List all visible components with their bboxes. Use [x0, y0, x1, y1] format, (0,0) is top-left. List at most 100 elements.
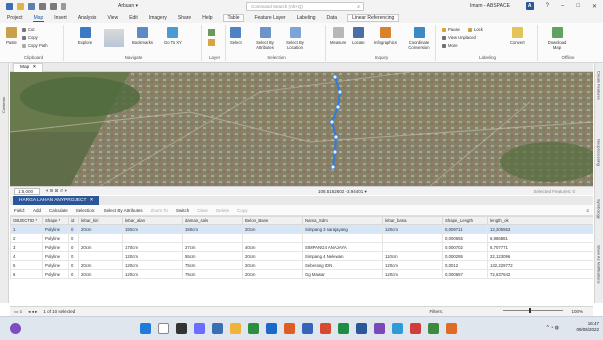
table-cell[interactable]: 75cm: [182, 260, 243, 270]
tab-project[interactable]: Project: [6, 15, 24, 21]
pause-labeling-button[interactable]: Pause: [442, 27, 460, 32]
tab-edit[interactable]: Edit: [128, 15, 139, 21]
tab-data[interactable]: Data: [326, 15, 339, 21]
column-header[interactable]: length_ok: [487, 216, 593, 225]
column-header[interactable]: lebar_bana: [382, 216, 443, 225]
table-row[interactable]: 1 Polyline 0 20cm 150cm 150cm 20cm Simpang 3 sa…: [10, 224, 593, 234]
start-icon[interactable]: [140, 323, 151, 334]
app-icon[interactable]: [392, 323, 403, 334]
notifications-tab[interactable]: Show As Notifications: [597, 245, 602, 283]
attribute-table-tab[interactable]: HARGA LAHAN ANYPROJECT ✕: [13, 196, 100, 205]
table-view-toggle-icon[interactable]: ▭ ≡: [14, 309, 22, 315]
close-button[interactable]: ✕: [592, 3, 597, 10]
cut-button[interactable]: Cut: [22, 27, 35, 32]
clear-selection-button[interactable]: Clear: [197, 208, 208, 213]
table-cell[interactable]: [382, 242, 443, 252]
calculate-field-button[interactable]: Calculate: [49, 208, 68, 213]
table-cell[interactable]: 20cm: [78, 260, 123, 270]
table-cell[interactable]: 120cm: [122, 251, 183, 261]
table-cell[interactable]: 0: [68, 251, 79, 261]
goto-xy-button[interactable]: Go To XY: [164, 27, 182, 45]
lock-labeling-button[interactable]: Lock: [468, 27, 483, 32]
table-cell[interactable]: 6,707771: [487, 242, 593, 252]
minimize-button[interactable]: –: [561, 3, 564, 9]
table-cell[interactable]: 20cm: [242, 251, 303, 261]
table-cell[interactable]: 22,123096: [487, 251, 593, 261]
table-cell[interactable]: 0: [68, 224, 79, 234]
switch-button[interactable]: Switch: [176, 208, 189, 213]
table-cell[interactable]: 132,229772: [487, 260, 593, 270]
table-cell[interactable]: [78, 233, 123, 243]
new-project-icon[interactable]: [6, 3, 13, 10]
explore-button[interactable]: Explore: [78, 27, 92, 45]
table-cell[interactable]: Polyline: [42, 242, 69, 252]
table-cell[interactable]: 0: [68, 269, 79, 279]
app3-icon[interactable]: [428, 323, 439, 334]
redo-icon[interactable]: [50, 3, 57, 10]
table-row[interactable]: 6 Polyline 0 20cm 120cm 75cm 20cm Gg Mawar 120cm…: [10, 269, 593, 279]
table-cell[interactable]: Seberang IDN: [302, 260, 383, 270]
map-scale-selector[interactable]: 1:5,000: [14, 187, 40, 195]
table-cell[interactable]: Polyline: [42, 224, 69, 234]
tab-feature-layer[interactable]: Feature Layer: [253, 15, 286, 21]
table-cell[interactable]: 20cm: [78, 224, 123, 234]
table-cell[interactable]: Gg Mawar: [302, 269, 383, 279]
table-row[interactable]: 4 Polyline 0 120cm 55cm 20cm Simpang 4 Nelewan…: [10, 251, 593, 261]
table-cell[interactable]: [182, 233, 243, 243]
measure-button[interactable]: Measure: [330, 27, 346, 45]
table-cell[interactable]: 0: [68, 233, 79, 243]
table-cell[interactable]: 20cm: [242, 269, 303, 279]
tab-linear-referencing[interactable]: Linear Referencing: [347, 14, 400, 22]
tab-view[interactable]: View: [106, 15, 119, 21]
table-cell[interactable]: Polyline: [42, 233, 69, 243]
word-icon[interactable]: [302, 323, 313, 334]
column-header[interactable]: Belon_Bane: [242, 216, 303, 225]
table-cell[interactable]: Polyline: [42, 260, 69, 270]
command-search[interactable]: Command Search (Alt+Q) ⌕: [246, 2, 364, 11]
copy-rows-button[interactable]: Copy: [237, 208, 248, 213]
convert-button[interactable]: Convert: [510, 27, 525, 45]
table-cell[interactable]: 110cm: [382, 251, 443, 261]
tab-share[interactable]: Share: [177, 15, 192, 21]
table-cell[interactable]: Simpang 4 Nelewan: [302, 251, 383, 261]
table-cell[interactable]: 0,000295: [442, 251, 488, 261]
table-cell[interactable]: [382, 233, 443, 243]
task-view-icon[interactable]: [176, 323, 187, 334]
copy-path-button[interactable]: Copy Path: [22, 43, 48, 48]
table-cell[interactable]: 12,205553: [487, 224, 593, 234]
customize-dropdown-icon[interactable]: [61, 3, 66, 10]
paste-button[interactable]: Paste: [6, 27, 17, 45]
table-zoom-slider[interactable]: [503, 310, 563, 311]
table-cell[interactable]: 170cm: [122, 242, 183, 252]
map-canvas[interactable]: [10, 72, 593, 186]
locate-button[interactable]: Locate: [352, 27, 365, 45]
table-cell[interactable]: 20cm: [78, 269, 123, 279]
excel-icon[interactable]: [338, 323, 349, 334]
clock[interactable]: 16:47 09/05/2022: [576, 321, 599, 333]
table-row[interactable]: 5 Polyline 0 20cm 120cm 75cm 20cm Seberang IDN 1…: [10, 260, 593, 270]
store-icon[interactable]: [266, 323, 277, 334]
table-cell[interactable]: 0: [68, 242, 79, 252]
view-unplaced-button[interactable]: View Unplaced: [442, 35, 476, 40]
help-button[interactable]: ?: [546, 3, 549, 9]
table-cell[interactable]: 1: [10, 224, 43, 234]
table-cell[interactable]: 120cm: [122, 269, 183, 279]
select-by-location-button[interactable]: Select By Location: [282, 27, 308, 50]
column-header[interactable]: daman_sals: [182, 216, 243, 225]
coordinate-conversion-button[interactable]: Coordinate Conversion: [404, 27, 434, 50]
app2-icon[interactable]: [410, 323, 421, 334]
tab-insert[interactable]: Insert: [53, 15, 68, 21]
maximize-button[interactable]: □: [576, 3, 580, 9]
table-cell[interactable]: 0,000702: [442, 242, 488, 252]
table-cell[interactable]: 75cm: [182, 269, 243, 279]
open-folder-icon[interactable]: [17, 3, 24, 10]
more-labeling-button[interactable]: More: [442, 43, 458, 48]
office-icon[interactable]: [284, 323, 295, 334]
table-cell[interactable]: 150cm: [122, 224, 183, 234]
close-icon[interactable]: ✕: [89, 196, 93, 205]
project-title[interactable]: Arbuan ▾: [118, 3, 138, 9]
column-header[interactable]: Shape_Length: [442, 216, 488, 225]
arcgis-pro-icon[interactable]: [356, 323, 367, 334]
table-cell[interactable]: 55cm: [182, 251, 243, 261]
record-navigation-icon[interactable]: ◂ ◂ ▸: [28, 309, 37, 315]
